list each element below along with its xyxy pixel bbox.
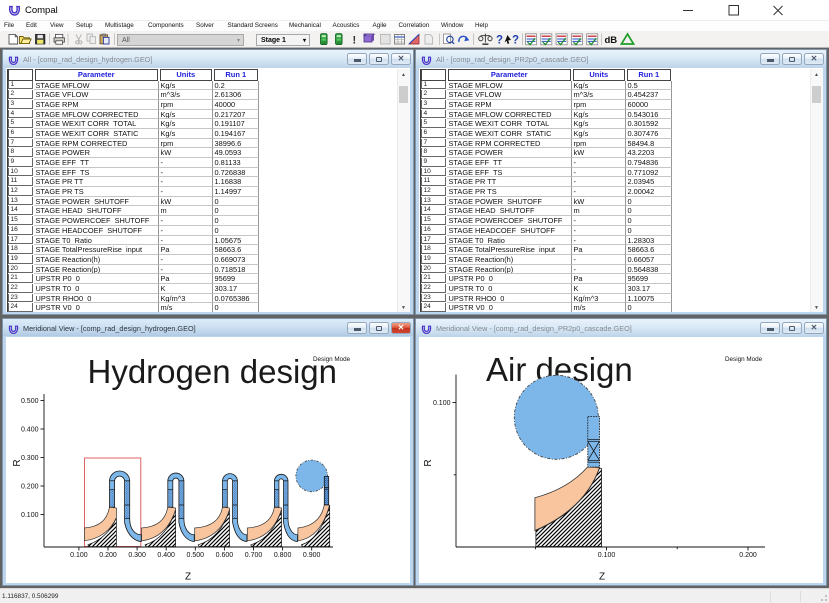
svg-text:0.100: 0.100 — [21, 512, 39, 519]
svg-text:Z: Z — [599, 572, 605, 583]
svg-text:0.300: 0.300 — [21, 455, 39, 462]
svg-text:0.200: 0.200 — [739, 552, 757, 559]
svg-text:R: R — [12, 459, 23, 466]
svg-text:0.500: 0.500 — [187, 552, 205, 559]
svg-text:0.100: 0.100 — [70, 552, 88, 559]
svg-text:0.800: 0.800 — [274, 552, 292, 559]
svg-text:R: R — [423, 459, 434, 466]
svg-text:0.500: 0.500 — [21, 398, 39, 405]
svg-text:?: ? — [512, 35, 519, 47]
svg-text:0.200: 0.200 — [21, 484, 39, 491]
svg-text:Design Mode: Design Mode — [313, 356, 351, 363]
svg-text:0.600: 0.600 — [216, 552, 234, 559]
svg-text:0.300: 0.300 — [128, 552, 146, 559]
svg-text:0.200: 0.200 — [99, 552, 117, 559]
svg-text:0.400: 0.400 — [157, 552, 175, 559]
svg-text:!: ! — [353, 35, 357, 47]
svg-text:0.400: 0.400 — [21, 427, 39, 434]
svg-text:Hydrogen design: Hydrogen design — [88, 353, 338, 390]
svg-text:Z: Z — [185, 572, 191, 583]
svg-text:0.700: 0.700 — [245, 552, 263, 559]
svg-text:0.900: 0.900 — [303, 552, 321, 559]
svg-text:0.100: 0.100 — [433, 400, 451, 407]
svg-text:Design Mode: Design Mode — [725, 356, 763, 363]
svg-text:?: ? — [496, 35, 503, 47]
svg-text:dB: dB — [605, 35, 618, 46]
svg-text:0.100: 0.100 — [598, 552, 616, 559]
